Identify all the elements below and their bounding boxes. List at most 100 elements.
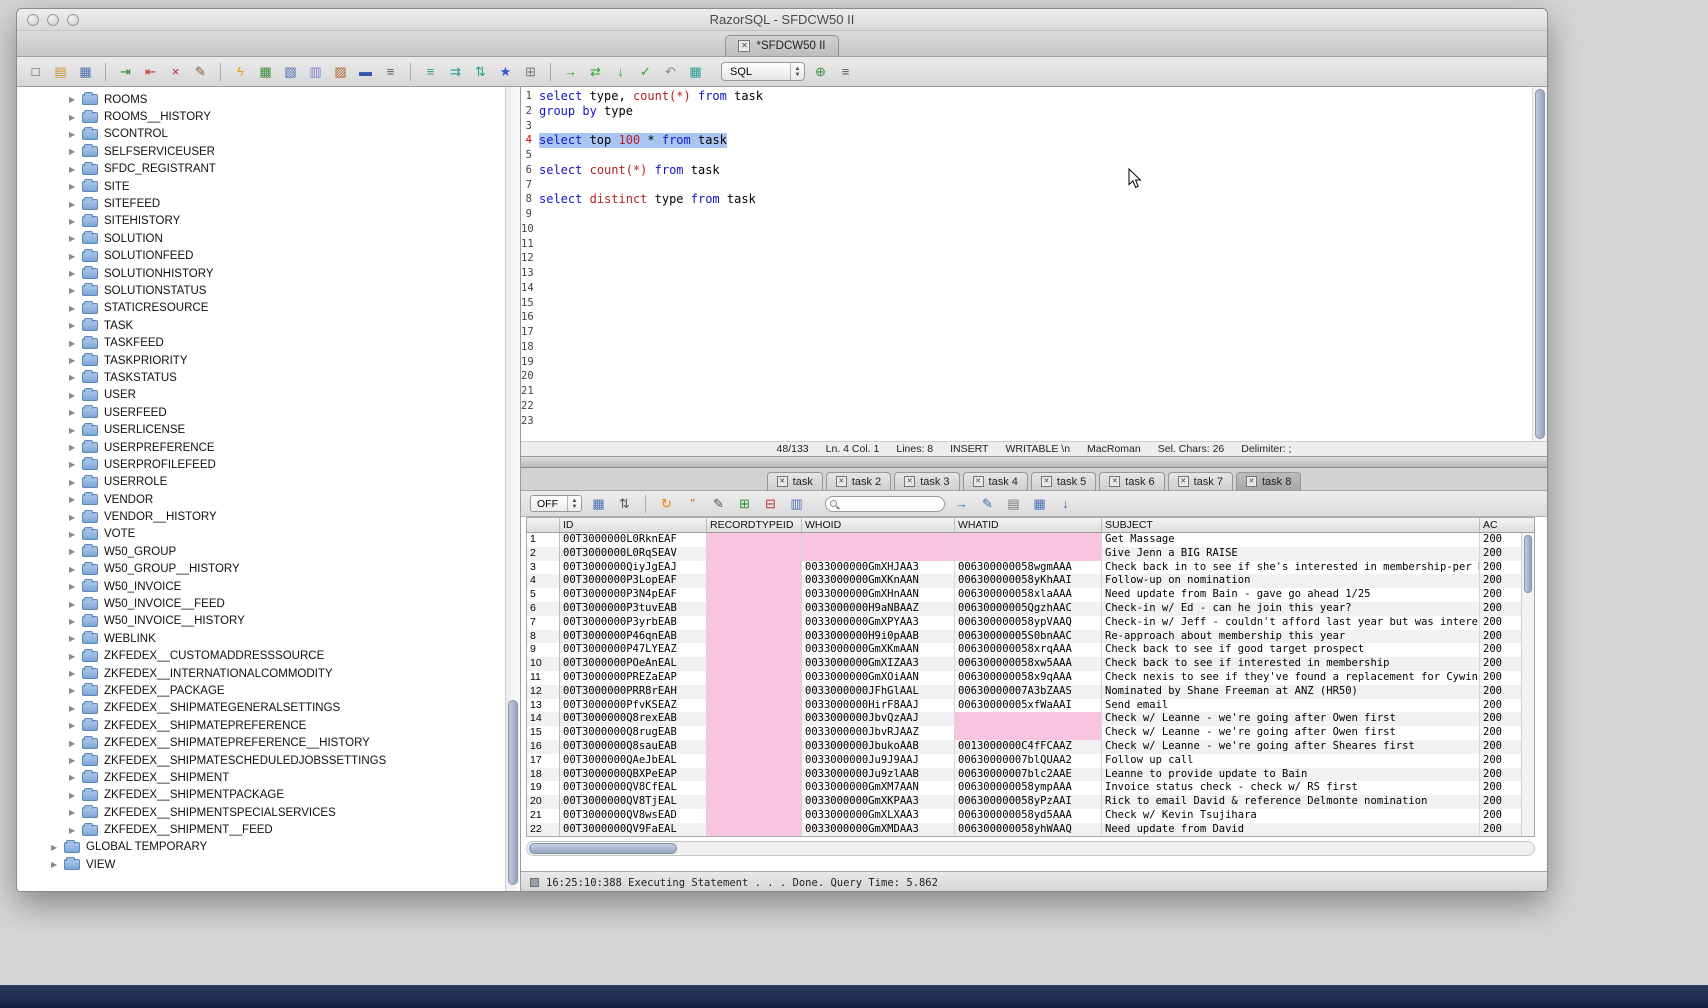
tab-close-icon[interactable]: ✕ [904,476,915,487]
disclosure-triangle-icon[interactable]: ▶ [69,652,80,661]
result-tab-task[interactable]: ✕task [767,472,823,490]
tree-item-solution[interactable]: ▶SOLUTION [17,230,520,247]
result-tab-task-8[interactable]: ✕task 8 [1236,472,1301,490]
row-number[interactable]: 17 [527,754,560,768]
tree-item-vendor[interactable]: ▶VENDOR [17,491,520,508]
grid-cell[interactable]: Check-in w/ Jeff - couldn't afford last … [1102,616,1480,630]
tree-item-vendor__history[interactable]: ▶VENDOR__HISTORY [17,508,520,525]
tab-close-icon[interactable]: ✕ [1178,476,1189,487]
find-next-icon[interactable]: → [952,494,971,513]
minimize-window-button[interactable] [47,14,59,26]
history-list-icon[interactable]: ≡ [381,62,400,81]
grid-cell[interactable]: 00T3000000P3tuvEAB [560,602,707,616]
grid-cell[interactable]: 00630000007blc2AAE [955,768,1102,782]
grid-cell[interactable]: 00T3000000QV8TjEAL [560,795,707,809]
tree-item-zkfedex__shipment[interactable]: ▶ZKFEDEX__SHIPMENT [17,769,520,786]
grid-cell[interactable] [707,768,802,782]
grid-cell[interactable] [707,754,802,768]
grid-cell[interactable]: 0033000000H9i0pAAB [802,630,955,644]
row-number[interactable]: 9 [527,643,560,657]
tree-item-solutionfeed[interactable]: ▶SOLUTIONFEED [17,248,520,265]
grid-cell[interactable]: 006300000058xrqAAA [955,643,1102,657]
row-number[interactable]: 5 [527,588,560,602]
grid-cell[interactable]: 0033000000JbvRJAAZ [802,726,955,740]
fetch-icon[interactable]: ↓ [611,62,630,81]
column-header-subject[interactable]: SUBJECT [1102,518,1480,532]
editor-line[interactable]: 21 [521,384,1547,399]
disconnect-icon[interactable]: ⇤ [141,62,160,81]
titlebar[interactable]: RazorSQL - SFDCW50 II [17,9,1547,31]
grid-cell[interactable]: 0033000000GmXHJAA3 [802,561,955,575]
grid-cell[interactable]: 00T3000000PfvKSEAZ [560,699,707,713]
editor-scrollbar-thumb[interactable] [1535,89,1545,439]
grid-cell[interactable] [802,533,955,547]
tree-item-task[interactable]: ▶TASK [17,317,520,334]
disclosure-triangle-icon[interactable]: ▶ [69,721,80,730]
disclosure-triangle-icon[interactable]: ▶ [69,530,80,539]
disclosure-triangle-icon[interactable]: ▶ [69,634,80,643]
limit-dropdown[interactable]: OFF ▲▼ [530,495,582,512]
tree-item-selfserviceuser[interactable]: ▶SELFSERVICEUSER [17,143,520,160]
grid-cell[interactable]: 0033000000GmXKPAA3 [802,795,955,809]
editor-line[interactable]: 4select top 100 * from task [521,133,1547,148]
edit-cell-icon[interactable]: ✎ [709,494,728,513]
disclosure-triangle-icon[interactable]: ▶ [69,286,80,295]
grid-cell[interactable]: 006300000058x9qAAA [955,671,1102,685]
zoom-window-button[interactable] [67,14,79,26]
row-number[interactable]: 14 [527,712,560,726]
grid-cell[interactable]: Check back to see if interested in membe… [1102,657,1480,671]
grid-cell[interactable]: Check w/ Kevin Tsujihara [1102,809,1480,823]
editor-line[interactable]: 18 [521,340,1547,355]
report-icon[interactable]: ▤ [1004,494,1023,513]
results-search-input[interactable] [825,496,945,512]
disclosure-triangle-icon[interactable]: ▶ [69,130,80,139]
tree-item-staticresource[interactable]: ▶STATICRESOURCE [17,300,520,317]
rerun-icon[interactable]: ⇄ [586,62,605,81]
sort-lines-icon[interactable]: ⇅ [471,62,490,81]
disclosure-triangle-icon[interactable]: ▶ [69,200,80,209]
describe-table-icon[interactable]: ▦ [256,62,275,81]
grid-cell[interactable]: 00T3000000P46qnEAB [560,630,707,644]
connections-icon[interactable]: ⊕ [811,62,830,81]
grid-cell[interactable] [955,726,1102,740]
disclosure-triangle-icon[interactable]: ▶ [69,565,80,574]
tree-item-zkfedex__shipment__feed[interactable]: ▶ZKFEDEX__SHIPMENT__FEED [17,821,520,838]
open-file-icon[interactable]: ▤ [51,62,70,81]
grid-cell[interactable]: Check nexis to see if they've found a re… [1102,671,1480,685]
disclosure-triangle-icon[interactable]: ▶ [69,252,80,261]
grid-cell[interactable]: Need update from Bain - gave go ahead 1/… [1102,588,1480,602]
disclosure-triangle-icon[interactable]: ▶ [69,669,80,678]
row-number[interactable]: 15 [527,726,560,740]
tab-close-icon[interactable]: ✕ [1246,476,1257,487]
tree-item-zkfedex__shipmategeneralsettings[interactable]: ▶ZKFEDEX__SHIPMATEGENERALSETTINGS [17,700,520,717]
object-list-icon[interactable]: ≡ [836,62,855,81]
close-window-button[interactable] [27,14,39,26]
tree-item-userpreference[interactable]: ▶USERPREFERENCE [17,439,520,456]
grid-cell[interactable]: Invoice status check - check w/ RS first [1102,781,1480,795]
commit-icon[interactable]: ✓ [636,62,655,81]
disclosure-triangle-icon[interactable]: ▶ [69,373,80,382]
disclosure-triangle-icon[interactable]: ▶ [69,408,80,417]
grid-scrollbar[interactable] [1521,533,1534,836]
select-columns-icon[interactable]: ▥ [787,494,806,513]
grid-cell[interactable] [707,574,802,588]
editor-line[interactable]: 15 [521,296,1547,311]
grid-cell[interactable]: Send email [1102,699,1480,713]
disclosure-triangle-icon[interactable]: ▶ [69,339,80,348]
grid-cell[interactable]: 00T3000000QAeJbEAL [560,754,707,768]
grid-cell[interactable]: 00T3000000QV9FaEAL [560,823,707,837]
grid-cell[interactable]: 006300000058ypVAAQ [955,616,1102,630]
tree-item-userrole[interactable]: ▶USERROLE [17,474,520,491]
disclosure-triangle-icon[interactable]: ▶ [69,234,80,243]
disclosure-triangle-icon[interactable]: ▶ [69,582,80,591]
editor-line[interactable]: 13 [521,266,1547,281]
grid-cell[interactable]: 006300000058yKhAAI [955,574,1102,588]
grid-cell[interactable]: 0033000000GmXLXAA3 [802,809,955,823]
row-number[interactable]: 13 [527,699,560,713]
indent-icon[interactable]: ⇉ [446,62,465,81]
grid-cell[interactable]: 0033000000GmXPYAA3 [802,616,955,630]
row-number[interactable]: 18 [527,768,560,782]
grid-cell[interactable]: 00T3000000PRR8rEAH [560,685,707,699]
editor-line[interactable]: 22 [521,399,1547,414]
disclosure-triangle-icon[interactable]: ▶ [69,791,80,800]
